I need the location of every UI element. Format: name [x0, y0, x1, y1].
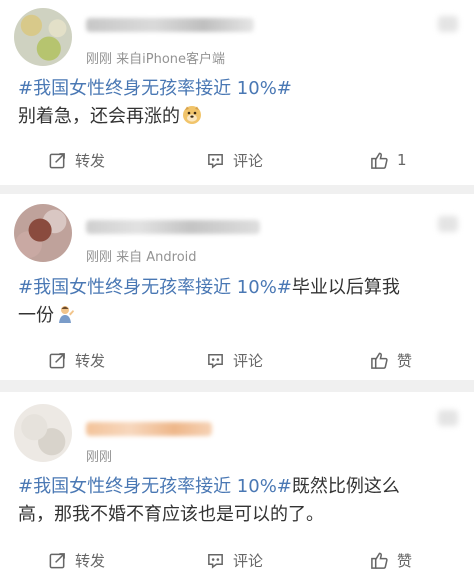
hashtag-link[interactable]: #我国女性终身无孩率接近 10%#: [18, 476, 292, 497]
repost-icon: [49, 552, 65, 568]
post-actions: 转发 评论 赞: [0, 348, 474, 372]
username-blurred[interactable]: [86, 18, 254, 32]
post-meta: 刚刚 来自iPhone客户端: [86, 52, 226, 67]
post-text-line1: 既然比例这么: [291, 476, 400, 497]
comment-button[interactable]: 评论: [206, 348, 263, 372]
like-button[interactable]: 赞: [370, 548, 412, 572]
repost-button[interactable]: 转发: [48, 348, 105, 372]
thumbs-up-icon: [371, 352, 388, 369]
comment-icon: [208, 353, 223, 369]
post-text-line2: 一份: [18, 305, 54, 326]
avatar[interactable]: [14, 8, 72, 66]
post-meta: 刚刚: [86, 450, 113, 465]
like-count: 1: [397, 151, 407, 169]
post-text-line2: 别着急，还会再涨的: [18, 106, 180, 127]
like-button[interactable]: 1: [370, 148, 407, 172]
repost-button[interactable]: 转发: [48, 548, 105, 572]
hashtag-link[interactable]: #我国女性终身无孩率接近 10%#: [18, 277, 292, 298]
like-button[interactable]: 赞: [370, 348, 412, 372]
comment-label: 评论: [233, 351, 264, 370]
repost-label: 转发: [75, 351, 106, 370]
comment-icon: [208, 553, 223, 569]
comment-button[interactable]: 评论: [206, 548, 263, 572]
post-actions: 转发 评论 1: [0, 148, 474, 172]
username-blurred[interactable]: [86, 220, 260, 234]
post-text-line1: 毕业以后算我: [291, 277, 400, 298]
post-text-line2: 高，那我不婚不育应该也是可以的了。: [18, 504, 324, 525]
more-menu-icon[interactable]: [438, 410, 458, 426]
repost-button[interactable]: 转发: [48, 148, 105, 172]
post-content: #我国女性终身无孩率接近 10%#毕业以后算我 一份: [18, 274, 458, 330]
comment-button[interactable]: 评论: [206, 148, 263, 172]
feed-divider: [0, 185, 474, 194]
post-content: #我国女性终身无孩率接近 10%#既然比例这么 高，那我不婚不育应该也是可以的了…: [18, 473, 458, 529]
avatar[interactable]: [14, 204, 72, 262]
comment-label: 评论: [233, 551, 264, 570]
post-content: #我国女性终身无孩率接近 10%# 别着急，还会再涨的: [18, 75, 458, 131]
avatar[interactable]: [14, 404, 72, 462]
repost-icon: [49, 152, 65, 168]
post-actions: 转发 评论 赞: [0, 548, 474, 572]
like-label: 赞: [397, 351, 413, 370]
repost-label: 转发: [75, 151, 106, 170]
more-menu-icon[interactable]: [438, 216, 458, 232]
person-emoji-icon: [59, 306, 74, 323]
thumbs-up-icon: [371, 552, 388, 569]
more-menu-icon[interactable]: [438, 16, 458, 32]
like-label: 赞: [397, 551, 413, 570]
doge-emoji-icon: [183, 106, 201, 124]
feed-divider: [0, 380, 474, 392]
comment-icon: [208, 153, 223, 169]
username-blurred[interactable]: [86, 422, 212, 436]
thumbs-up-icon: [371, 152, 388, 169]
post-meta: 刚刚 来自 Android: [86, 250, 197, 265]
repost-icon: [49, 352, 65, 368]
repost-label: 转发: [75, 551, 106, 570]
comment-label: 评论: [233, 151, 264, 170]
hashtag-link[interactable]: #我国女性终身无孩率接近 10%#: [18, 78, 292, 99]
